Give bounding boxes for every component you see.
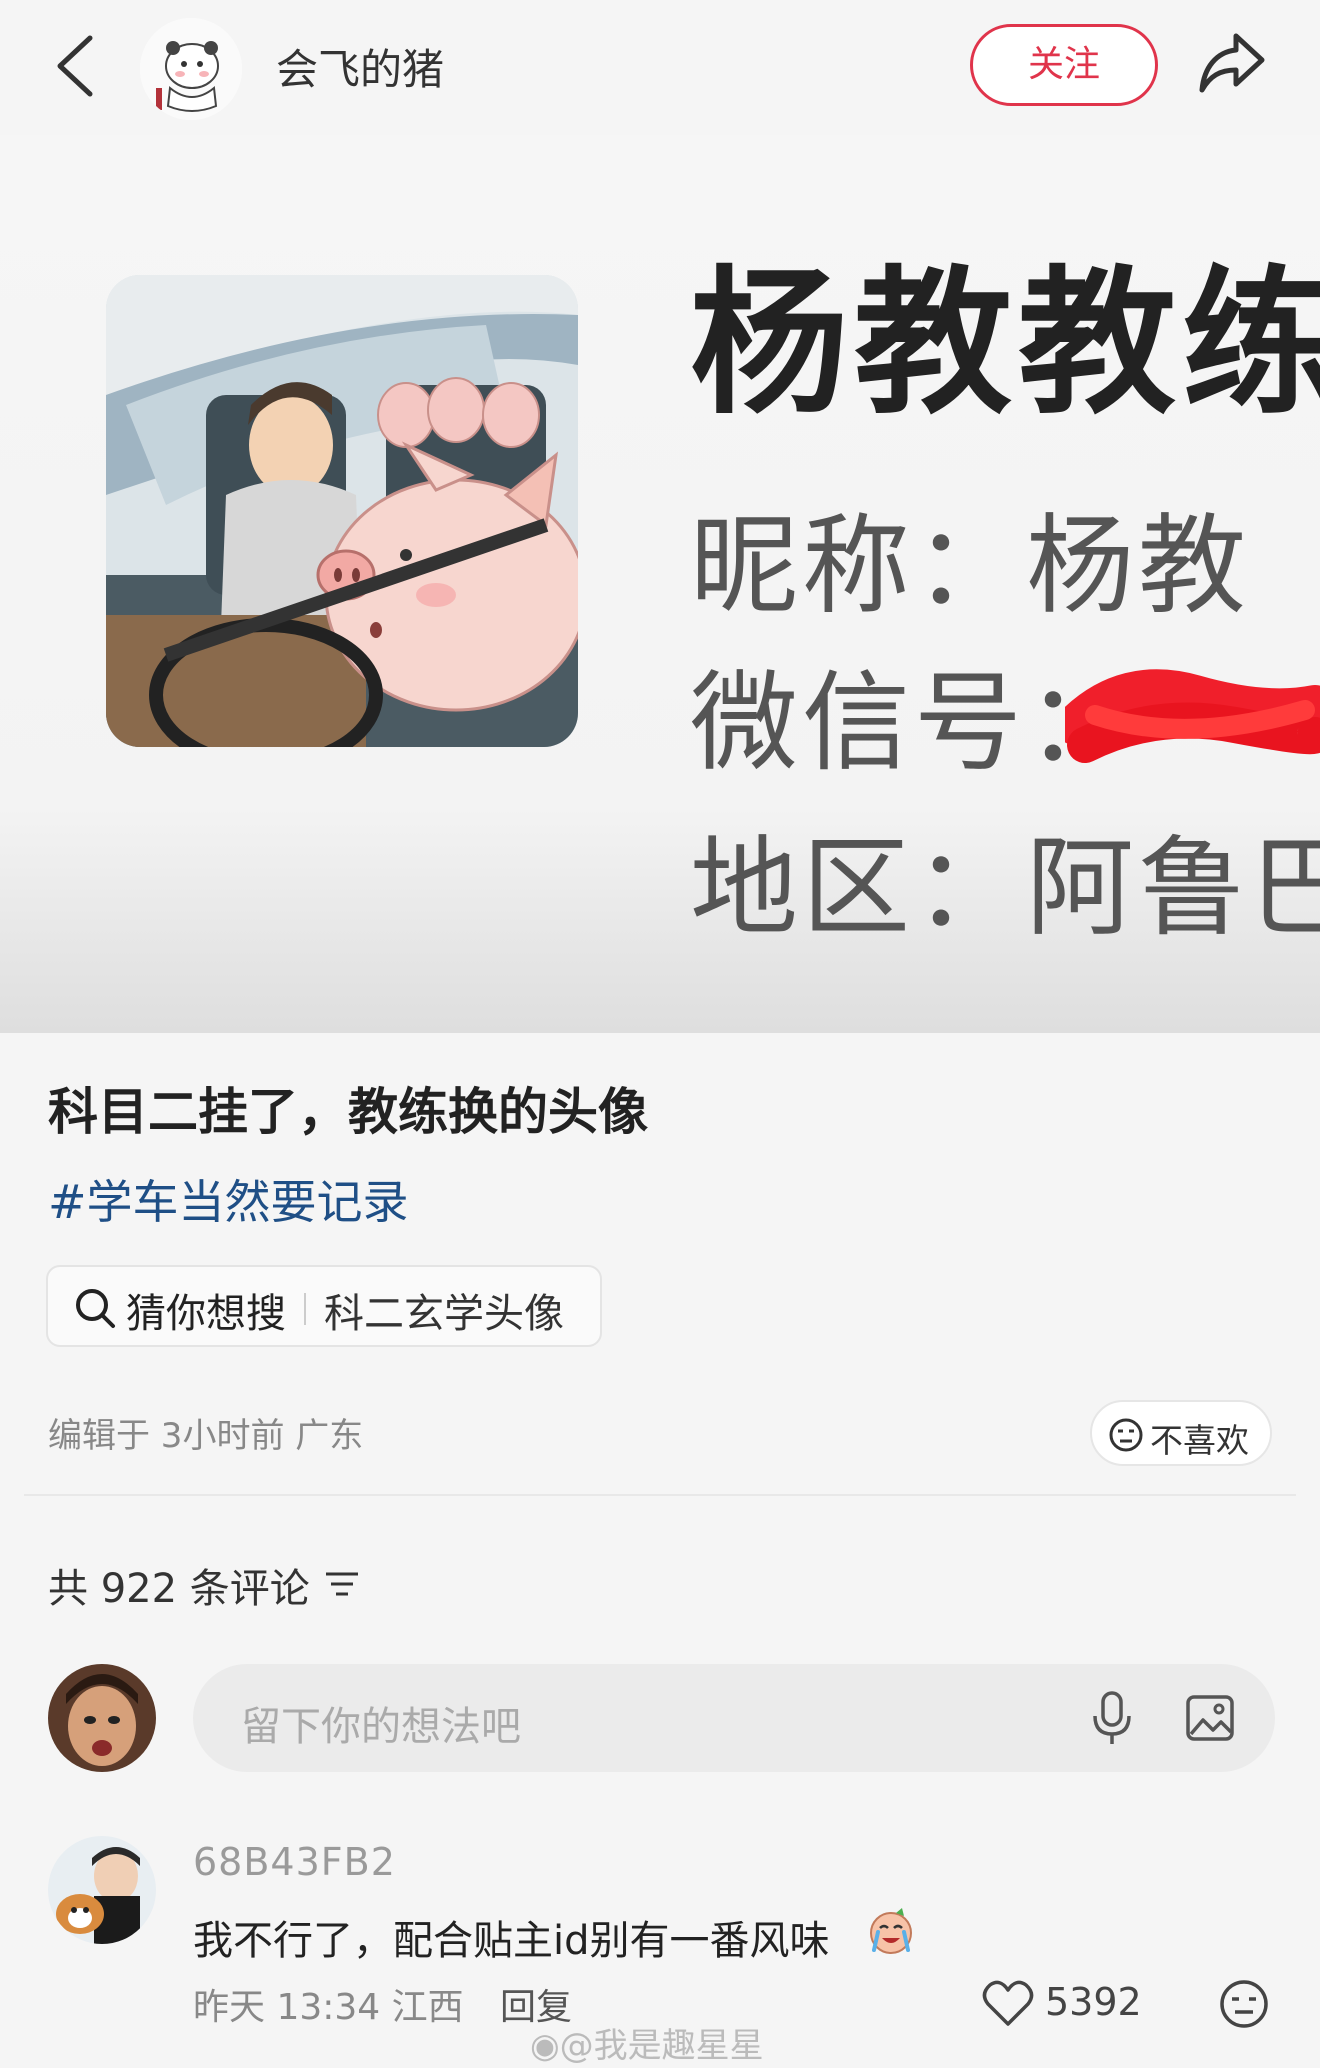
mic-icon[interactable] [1090, 1690, 1134, 1746]
dislike-button[interactable]: 不喜欢 [1090, 1400, 1272, 1466]
edit-meta: 编辑于 3小时前 广东 [48, 1416, 364, 1456]
post-image[interactable]: 杨教教练 昵称：杨教 微信号： 地区：阿鲁巴 [0, 135, 1320, 1033]
coach-avatar-illustration [106, 275, 578, 747]
follow-button[interactable]: 关注 [970, 24, 1158, 106]
author-avatar[interactable] [140, 18, 242, 120]
heart-icon[interactable] [982, 1978, 1034, 2028]
comment-count: 共 922 条评论 [48, 1566, 310, 1612]
crying-laugh-emoji-icon [870, 1908, 912, 1954]
poster-title: 杨教教练 [690, 252, 1320, 436]
poster-nickname: 昵称：杨教 [690, 504, 1251, 629]
comment-text: 我不行了，配合贴主id别有一番风味 [193, 1918, 830, 1964]
search-suggestion-label: 科二玄学头像 [324, 1291, 564, 1337]
weibo-icon: ◉ [530, 2026, 560, 2066]
comment-time-location: 昨天 13:34 江西 [193, 1987, 464, 2028]
author-name[interactable]: 会飞的猪 [276, 36, 444, 97]
comment-input-placeholder: 留下你的想法吧 [241, 1704, 521, 1750]
search-suggestion-chip[interactable]: 猜你想搜 科二玄学头像 [46, 1265, 602, 1347]
redaction-scribble [1065, 669, 1320, 763]
like-count: 5392 [1045, 1980, 1142, 2024]
back-icon[interactable] [52, 34, 98, 98]
dislike-face-icon [1109, 1418, 1143, 1452]
post-title: 科目二挂了，教练换的头像 [48, 1083, 648, 1141]
search-icon [76, 1289, 115, 1328]
comment-username[interactable]: 68B43FB2 [193, 1840, 396, 1884]
chip-divider [304, 1293, 306, 1325]
watermark-text: @我是趣星星 [559, 2026, 764, 2066]
dislike-label: 不喜欢 [1150, 1421, 1249, 1460]
image-icon[interactable] [1185, 1694, 1235, 1742]
comment-face-icon[interactable] [1218, 1978, 1270, 2030]
share-icon[interactable] [1196, 26, 1270, 100]
commenter-avatar[interactable] [48, 1836, 156, 1944]
search-prefix-label: 猜你想搜 [126, 1291, 286, 1337]
divider [24, 1494, 1296, 1496]
hashtag-link[interactable]: #学车当然要记录 [48, 1166, 409, 1232]
watermark: ◉@我是趣星星 [530, 2018, 764, 2067]
poster-region: 地区：阿鲁巴 [690, 826, 1320, 951]
sort-icon[interactable] [322, 1564, 362, 1604]
current-user-avatar [48, 1664, 156, 1772]
